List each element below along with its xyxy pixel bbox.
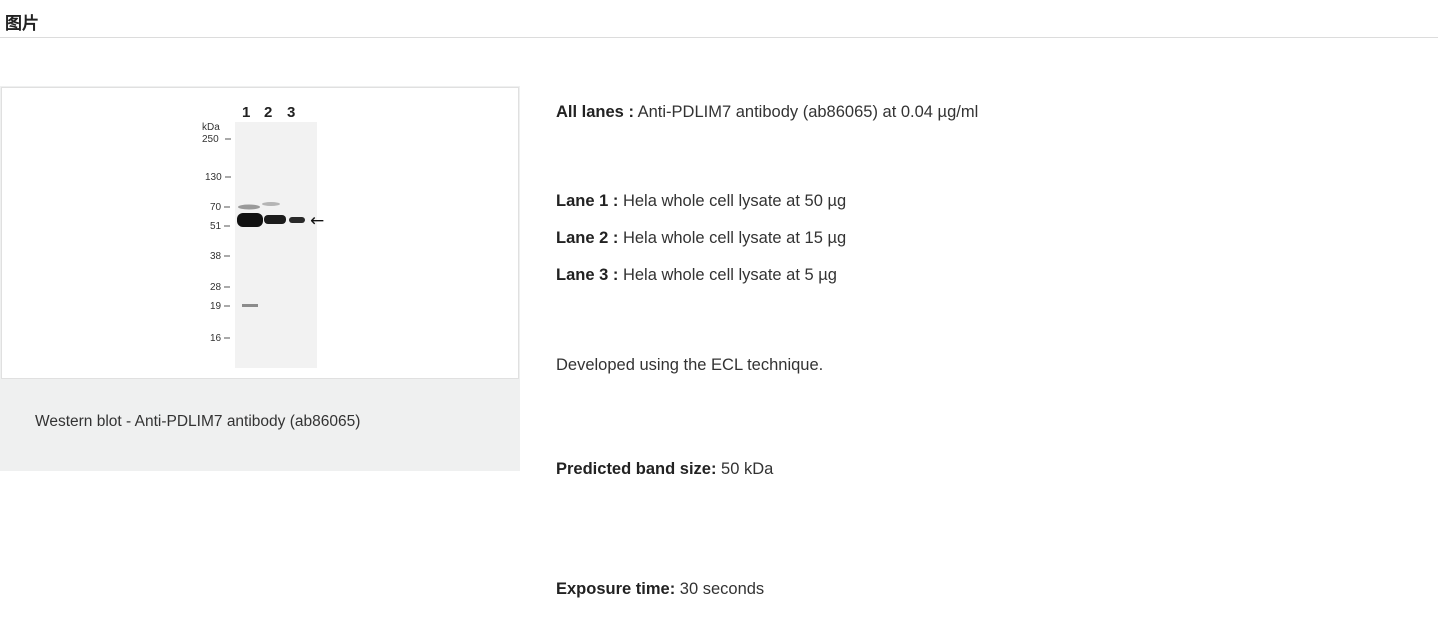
marker-130: 130 [205, 172, 222, 183]
section-header: 图片 [0, 0, 1438, 38]
figure-card[interactable]: 1 2 3 kDa 250 130 70 51 38 28 19 16 ← We… [0, 86, 520, 471]
lane-3-label: Lane 3 : [556, 266, 619, 284]
marker-ticks [224, 138, 231, 339]
figure-caption: Western blot - Anti-PDLIM7 antibody (ab8… [35, 413, 361, 430]
marker-16: 16 [210, 333, 222, 344]
band-lane2-faint [262, 202, 280, 206]
band-lane2-main [264, 215, 286, 224]
western-blot-image[interactable]: 1 2 3 kDa 250 130 70 51 38 28 19 16 ← [1, 87, 519, 379]
marker-19: 19 [210, 301, 222, 312]
marker-70: 70 [210, 202, 222, 213]
lane-1-line: Lane 1 : Hela whole cell lysate at 50 µg [556, 192, 846, 211]
band-lane1-low [242, 304, 258, 307]
marker-28: 28 [210, 282, 222, 293]
marker-38: 38 [210, 251, 222, 262]
band-size-label: Predicted band size: [556, 460, 717, 478]
lane-number-2: 2 [264, 104, 272, 121]
technique-line: Developed using the ECL technique. [556, 356, 824, 374]
kda-label: kDa [202, 122, 220, 133]
band-size-line: Predicted band size: 50 kDa [556, 460, 773, 479]
lane-number-1: 1 [242, 104, 250, 121]
all-lanes-value: Anti-PDLIM7 antibody (ab86065) at 0.04 µ… [633, 103, 979, 121]
lane-2-line: Lane 2 : Hela whole cell lysate at 15 µg [556, 229, 846, 248]
exposure-line: Exposure time: 30 seconds [556, 580, 764, 599]
all-lanes-label: All lanes : [556, 103, 634, 121]
band-lane1-main [237, 213, 263, 227]
blot-membrane [235, 122, 317, 368]
lane-1-label: Lane 1 : [556, 192, 619, 210]
band-size-value: 50 kDa [716, 460, 774, 478]
marker-250: 250 [202, 134, 219, 145]
western-blot-graphic: 1 2 3 kDa 250 130 70 51 38 28 19 16 ← [202, 104, 324, 368]
lane-3-value: Hela whole cell lysate at 5 µg [618, 266, 837, 284]
exposure-value: 30 seconds [675, 580, 765, 598]
band-lane3-main [289, 217, 305, 223]
band-lane1-faint [238, 204, 260, 210]
band-arrow-icon: ← [310, 211, 324, 231]
exposure-label: Exposure time: [556, 580, 676, 598]
lane-2-value: Hela whole cell lysate at 15 µg [618, 229, 847, 247]
lane-2-label: Lane 2 : [556, 229, 619, 247]
lane-3-line: Lane 3 : Hela whole cell lysate at 5 µg [556, 266, 837, 285]
section-title: 图片 [5, 14, 39, 34]
marker-51: 51 [210, 221, 222, 232]
lane-1-value: Hela whole cell lysate at 50 µg [618, 192, 847, 210]
all-lanes-line: All lanes : Anti-PDLIM7 antibody (ab8606… [556, 103, 978, 122]
lane-number-3: 3 [287, 104, 295, 121]
